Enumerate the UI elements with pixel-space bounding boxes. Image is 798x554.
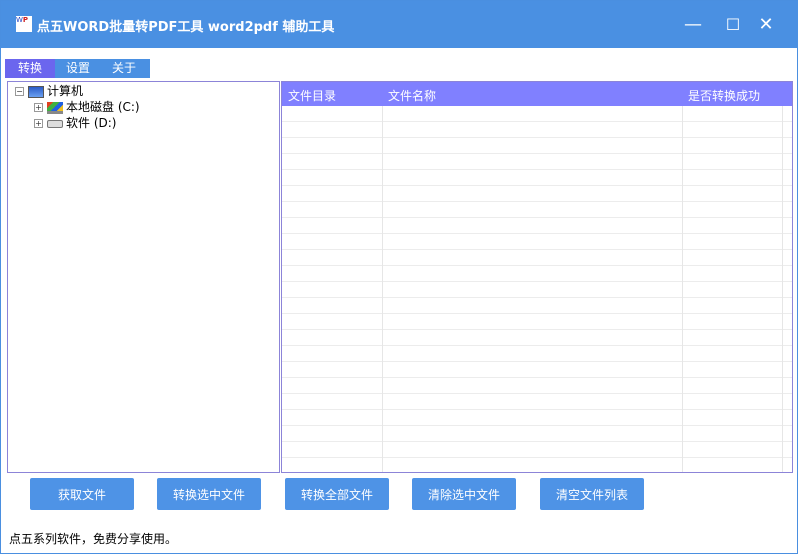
tab-settings[interactable]: 设置 (55, 59, 101, 78)
convert-all-button[interactable]: 转换全部文件 (285, 478, 389, 510)
column-divider (382, 106, 383, 472)
folder-tree[interactable]: − 计算机 + 本地磁盘 (C:) + 软件 (D:) (7, 81, 280, 473)
tree-node-computer[interactable]: − 计算机 (15, 83, 83, 99)
drive-icon (47, 119, 63, 128)
file-list-header: 文件目录 文件名称 是否转换成功 (282, 82, 792, 106)
window-title: 点五WORD批量转PDF工具 word2pdf 辅助工具 (37, 20, 335, 35)
minimize-button[interactable]: — (678, 11, 708, 39)
clear-list-button[interactable]: 清空文件列表 (540, 478, 644, 510)
system-drive-icon (47, 101, 63, 114)
app-icon: WP (16, 16, 32, 32)
status-bar: 点五系列软件，免费分享使用。 (9, 532, 178, 546)
expand-icon[interactable]: + (34, 103, 43, 112)
file-list-rows (282, 106, 792, 472)
column-divider (782, 106, 783, 472)
tab-strip: 转换 设置 关于 (5, 59, 150, 78)
tree-node-drive-d[interactable]: + 软件 (D:) (34, 115, 116, 131)
tab-about[interactable]: 关于 (101, 59, 147, 78)
expand-icon[interactable]: + (34, 119, 43, 128)
column-header-success[interactable]: 是否转换成功 (688, 87, 760, 104)
tree-label: 软件 (D:) (66, 116, 117, 130)
column-divider (682, 106, 683, 472)
app-icon-sub: P (22, 16, 29, 24)
computer-icon (28, 85, 44, 98)
get-files-button[interactable]: 获取文件 (30, 478, 134, 510)
file-list[interactable]: 文件目录 文件名称 是否转换成功 (281, 81, 793, 473)
collapse-icon[interactable]: − (15, 87, 24, 96)
convert-selected-button[interactable]: 转换选中文件 (157, 478, 261, 510)
tree-label: 本地磁盘 (C:) (66, 100, 140, 114)
close-button[interactable]: ✕ (751, 11, 781, 39)
app-icon-letter: W (16, 16, 23, 24)
column-header-filename[interactable]: 文件名称 (388, 87, 436, 104)
tree-label: 计算机 (47, 84, 84, 98)
column-header-directory[interactable]: 文件目录 (288, 87, 336, 104)
tab-convert[interactable]: 转换 (5, 59, 55, 78)
title-bar: WP 点五WORD批量转PDF工具 word2pdf 辅助工具 — ☐ ✕ (1, 1, 798, 48)
tree-node-drive-c[interactable]: + 本地磁盘 (C:) (34, 99, 140, 115)
remove-selected-button[interactable]: 清除选中文件 (412, 478, 516, 510)
maximize-button[interactable]: ☐ (718, 11, 748, 39)
